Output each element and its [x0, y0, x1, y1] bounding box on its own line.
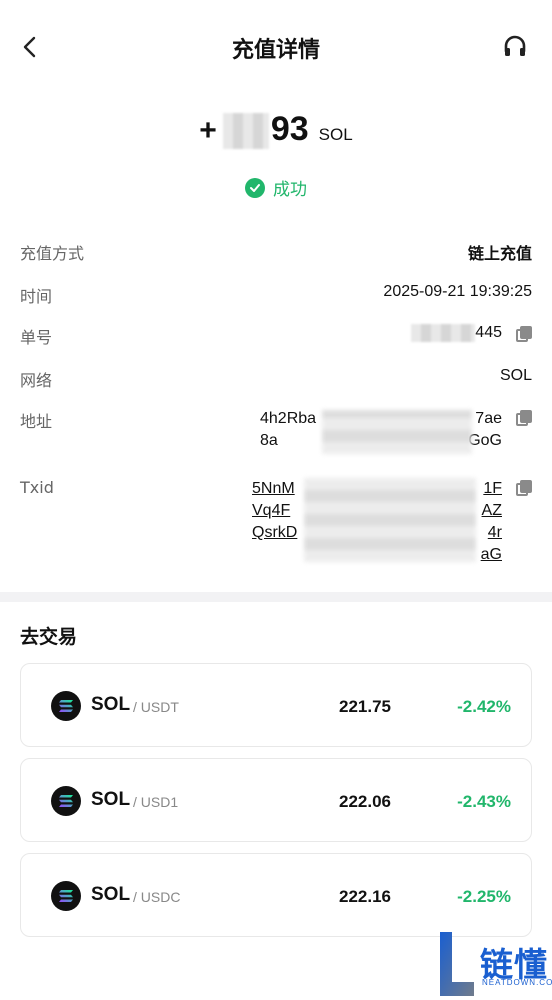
redacted-blur	[322, 410, 472, 454]
watermark-sub: NEATDOWN.COM	[482, 978, 552, 987]
address-label: 地址	[20, 412, 53, 431]
pair-change: -2.42%	[457, 697, 511, 716]
section-divider	[0, 592, 552, 602]
order-value-tail: 445	[475, 324, 502, 342]
solana-logo-icon	[51, 691, 81, 721]
detail-row-txid: Txid 5NnM 1F Vq4F AZ QsrkD 4r aG	[20, 478, 532, 568]
network-value: SOL	[499, 367, 532, 384]
redacted-blur	[222, 113, 269, 150]
pair-change: -2.43%	[457, 792, 511, 811]
redacted-blur	[411, 324, 476, 342]
pair-price: 222.06	[339, 792, 391, 811]
order-label: 单号	[20, 328, 53, 347]
trade-section-title: 去交易	[20, 626, 78, 648]
order-value: 445	[411, 324, 502, 342]
copy-icon[interactable]	[516, 326, 532, 342]
trade-pair-card[interactable]: SOL / USDC 222.16 -2.25%	[20, 853, 532, 937]
amount-unit: SOL	[318, 125, 353, 144]
pair-change: -2.25%	[457, 887, 511, 906]
solana-logo-icon	[51, 881, 81, 911]
method-value: 链上充值	[467, 244, 532, 263]
trade-pair-card[interactable]: SOL / USDT 221.75 -2.42%	[20, 663, 532, 747]
copy-icon[interactable]	[516, 480, 532, 496]
pair-price: 221.75	[339, 697, 391, 716]
watermark-logo-icon	[440, 932, 474, 996]
amount-digits: 93	[270, 110, 309, 148]
redacted-blur	[304, 478, 476, 562]
deposit-amount: + 93 SOL	[0, 110, 552, 150]
txid-label: Txid	[20, 478, 54, 497]
network-label: 网络	[20, 371, 53, 390]
detail-row-network: 网络 SOL	[20, 367, 532, 391]
check-circle-icon	[245, 177, 265, 198]
headset-support-icon[interactable]	[502, 34, 528, 60]
method-label: 充值方式	[20, 244, 85, 263]
detail-row-address: 地址 4h2Rba 7ae 8a GoG	[20, 408, 532, 458]
pair-base: SOL	[91, 884, 131, 905]
status-badge: 成功	[0, 175, 552, 200]
page-title: 充值详情	[231, 38, 320, 63]
header: 充值详情	[0, 0, 552, 96]
pair-quote: / USD1	[133, 794, 179, 810]
solana-logo-icon	[51, 786, 81, 816]
status-text: 成功	[273, 180, 307, 200]
time-value: 2025-09-21 19:39:25	[383, 283, 532, 300]
pair-price: 222.16	[339, 887, 391, 906]
amount-sign: +	[199, 114, 217, 147]
pair-quote: / USDC	[133, 889, 181, 905]
pair-quote: / USDT	[133, 699, 179, 715]
pair-base: SOL	[91, 789, 131, 810]
copy-icon[interactable]	[516, 410, 532, 426]
detail-row-method: 充值方式 链上充值	[20, 240, 532, 264]
pair-base: SOL	[91, 694, 131, 715]
detail-row-time: 时间 2025-09-21 19:39:25	[20, 283, 532, 307]
trade-pair-card[interactable]: SOL / USD1 222.06 -2.43%	[20, 758, 532, 842]
watermark: 链懂 NEATDOWN.COM	[438, 930, 552, 1000]
time-label: 时间	[20, 287, 53, 306]
detail-row-order: 单号 445	[20, 324, 532, 348]
amount-value: 93	[222, 110, 309, 150]
